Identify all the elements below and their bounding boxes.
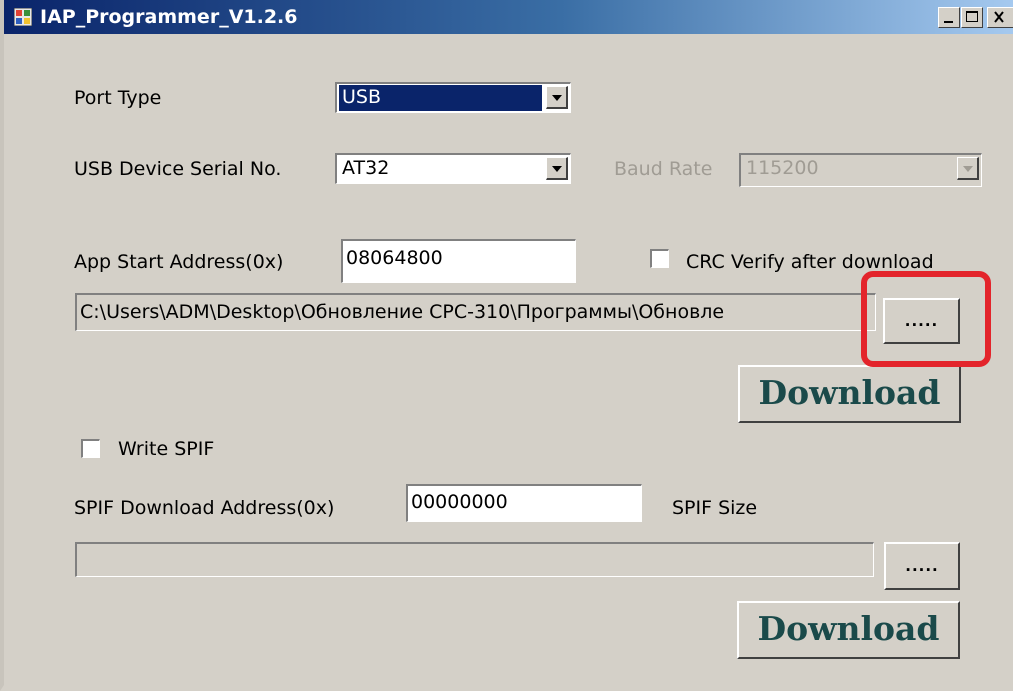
spif-file-path-field[interactable] bbox=[75, 542, 874, 577]
usb-serial-dropdown-button[interactable] bbox=[546, 157, 568, 180]
maximize-icon bbox=[966, 11, 978, 22]
close-button[interactable] bbox=[987, 7, 1013, 28]
spif-size-label: SPIF Size bbox=[672, 497, 758, 519]
chevron-down-icon bbox=[552, 95, 562, 101]
spif-download-button[interactable]: Download bbox=[737, 601, 960, 659]
annotation-highlight bbox=[861, 271, 991, 367]
baud-rate-select: 115200 bbox=[739, 153, 982, 187]
port-type-label: Port Type bbox=[74, 87, 162, 109]
window-title: IAP_Programmer_V1.2.6 bbox=[40, 6, 298, 28]
spif-address-label: SPIF Download Address(0x) bbox=[74, 497, 335, 519]
app-file-path-field[interactable]: C:\Users\ADM\Desktop\Обновление СРС-310\… bbox=[75, 293, 876, 331]
port-type-select[interactable]: USB bbox=[335, 82, 571, 113]
usb-serial-label: USB Device Serial No. bbox=[74, 158, 282, 180]
chevron-down-icon bbox=[552, 166, 562, 172]
close-icon bbox=[994, 11, 1004, 23]
write-spif-label: Write SPIF bbox=[118, 438, 215, 460]
app-icon bbox=[14, 8, 32, 26]
minimize-button[interactable] bbox=[938, 7, 960, 28]
app-download-button[interactable]: Download bbox=[738, 365, 961, 423]
port-type-value: USB bbox=[339, 85, 542, 111]
maximize-button[interactable] bbox=[961, 7, 983, 28]
baud-rate-value: 115200 bbox=[746, 157, 819, 179]
usb-serial-value: AT32 bbox=[342, 157, 390, 179]
spif-browse-button[interactable]: ..... bbox=[884, 542, 960, 590]
title-bar[interactable]: IAP_Programmer_V1.2.6 bbox=[4, 0, 1013, 34]
baud-rate-dropdown-button bbox=[957, 157, 979, 180]
crc-verify-checkbox[interactable] bbox=[650, 249, 669, 268]
chevron-down-icon bbox=[963, 166, 973, 172]
iap-programmer-window: IAP_Programmer_V1.2.6 Port Type USB USB … bbox=[0, 0, 1013, 691]
spif-address-input[interactable]: 00000000 bbox=[406, 484, 642, 522]
app-start-address-label: App Start Address(0x) bbox=[74, 251, 284, 273]
usb-serial-select[interactable]: AT32 bbox=[335, 153, 571, 184]
minimize-icon bbox=[944, 21, 953, 23]
port-type-dropdown-button[interactable] bbox=[546, 86, 568, 109]
baud-rate-label: Baud Rate bbox=[614, 158, 713, 180]
app-start-address-input[interactable]: 08064800 bbox=[341, 239, 576, 283]
write-spif-checkbox[interactable] bbox=[81, 439, 100, 458]
